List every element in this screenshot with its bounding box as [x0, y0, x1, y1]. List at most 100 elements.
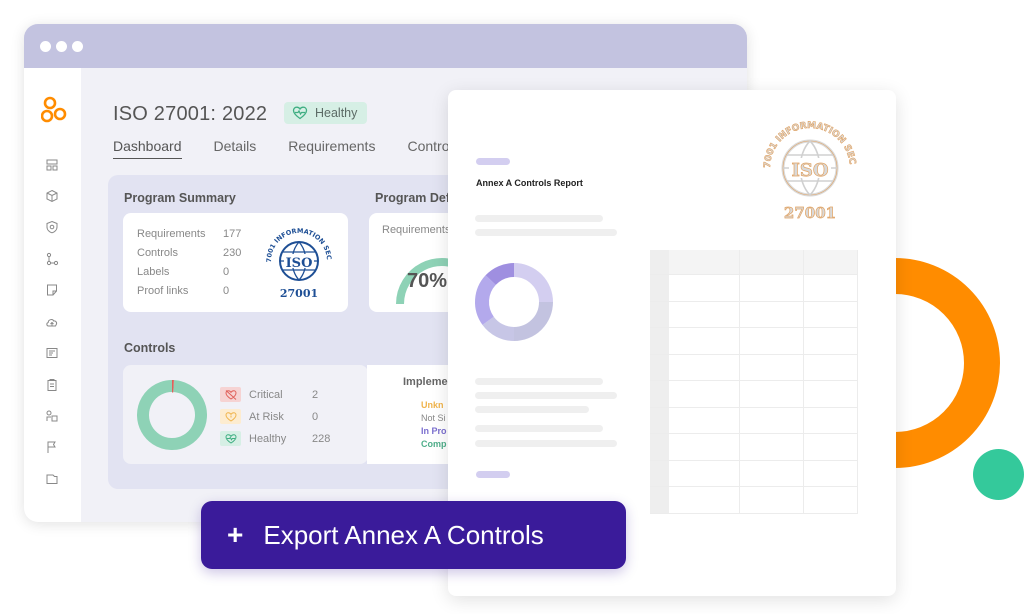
report-table — [650, 250, 858, 514]
summary-row: Requirements 177 — [137, 228, 242, 240]
placeholder-line — [475, 392, 617, 399]
report-table-row — [650, 406, 858, 433]
implementation-status-not-started: Not Si — [421, 413, 446, 423]
gauge-percent: 70% — [407, 270, 448, 292]
window-dot[interactable] — [56, 41, 67, 52]
report-table-cell — [669, 434, 740, 460]
report-table-cell — [669, 354, 740, 380]
report-table-row — [650, 433, 858, 460]
report-table-cell — [740, 460, 804, 486]
report-table-cell — [669, 301, 740, 327]
bookmark-icon[interactable] — [45, 283, 59, 297]
tab-controls[interactable]: Contro — [407, 138, 449, 159]
report-table-cell — [669, 407, 740, 433]
implementation-status-in-progress: In Pro — [421, 426, 447, 436]
iso-27001-badge: ISO 27001 INFORMATION SECURITY ISO 27001 — [760, 118, 857, 222]
decorative-dot — [973, 449, 1024, 500]
tab-requirements[interactable]: Requirements — [288, 138, 375, 159]
report-donut-segment — [475, 275, 497, 325]
report-table-cell — [804, 460, 858, 486]
report-donut-segment — [513, 263, 553, 303]
controls-donut-chart — [137, 380, 207, 450]
report-table-cell — [740, 301, 804, 327]
report-icon[interactable] — [45, 346, 59, 360]
summary-row: Proof links 0 — [137, 285, 230, 297]
legend-at-risk: At Risk 0 — [220, 409, 318, 424]
status-badge: Healthy — [284, 102, 368, 124]
folder-icon[interactable] — [45, 472, 59, 486]
program-summary-title: Program Summary — [124, 191, 236, 205]
shield-icon[interactable] — [45, 220, 59, 234]
tab-dashboard[interactable]: Dashboard — [113, 138, 182, 159]
program-summary-card: Requirements 177 Controls 230 Labels 0 Proo… — [123, 213, 348, 312]
placeholder-line — [475, 425, 603, 432]
report-table-header — [650, 250, 858, 274]
title-bar — [24, 24, 747, 68]
report-table-cell — [740, 354, 804, 380]
report-table-cell — [804, 381, 858, 407]
broken-heart-icon — [220, 387, 241, 402]
summary-row: Controls 230 — [137, 247, 242, 259]
package-icon[interactable] — [45, 189, 59, 203]
heartbeat-icon — [292, 106, 308, 120]
export-button-label: Export Annex A Controls — [263, 519, 544, 550]
legend-critical: Critical 2 — [220, 387, 318, 402]
report-table-cell — [804, 434, 858, 460]
placeholder-pill — [476, 158, 510, 165]
report-table-cell — [669, 381, 740, 407]
report-table-cell — [669, 328, 740, 354]
report-table-cell — [804, 275, 858, 301]
report-table-cell — [804, 354, 858, 380]
implementation-status-complete: Comp — [421, 439, 447, 449]
report-table-row — [650, 327, 858, 354]
svg-text:ISO: ISO — [286, 256, 313, 271]
report-table-cell — [669, 275, 740, 301]
tab-details[interactable]: Details — [214, 138, 257, 159]
report-table-cell — [740, 487, 804, 513]
cloud-upload-icon[interactable] — [45, 315, 59, 329]
warning-heart-icon — [220, 409, 241, 424]
plus-icon: + — [227, 519, 244, 550]
donut-segment-healthy — [137, 380, 207, 450]
report-table-cell — [804, 301, 858, 327]
window-dot[interactable] — [40, 41, 51, 52]
clipboard-icon[interactable] — [45, 378, 59, 392]
program-definition-title: Program Def — [375, 191, 451, 205]
svg-text:27001: 27001 — [784, 204, 836, 222]
implementation-title: Impleme — [403, 376, 448, 388]
report-table-cell — [804, 487, 858, 513]
placeholder-line — [475, 215, 603, 222]
report-donut-segment — [513, 301, 553, 341]
legend-healthy: Healthy 228 — [220, 431, 330, 446]
report-table-row — [650, 274, 858, 301]
report-donut-segment — [485, 263, 515, 286]
decorative-ring — [894, 258, 1000, 468]
app-logo-icon[interactable] — [41, 96, 67, 124]
iso-27001-badge: ISO 27001 INFORMATION SECURITY ISO 27001 — [263, 225, 333, 300]
workflow-icon[interactable] — [45, 252, 59, 266]
report-table-cell — [740, 407, 804, 433]
report-table-row — [650, 380, 858, 407]
controls-title: Controls — [124, 341, 176, 355]
report-table-cell — [740, 434, 804, 460]
report-table-cell — [740, 381, 804, 407]
report-title: Annex A Controls Report — [476, 178, 583, 188]
implementation-status-unknown: Unkn — [421, 400, 444, 410]
placeholder-pill — [476, 471, 510, 478]
report-table-cell — [669, 460, 740, 486]
page-title: ISO 27001: 2022 — [113, 103, 268, 125]
window-dot[interactable] — [72, 41, 83, 52]
vendors-icon[interactable] — [45, 409, 59, 423]
report-table-row — [650, 353, 858, 380]
report-donut-segment — [482, 316, 515, 341]
report-table-row — [650, 459, 858, 486]
report-table-cell — [740, 328, 804, 354]
dashboard-icon[interactable] — [45, 158, 59, 172]
window-controls — [40, 41, 83, 52]
report-table-cell — [669, 487, 740, 513]
export-annex-a-button[interactable]: + Export Annex A Controls — [201, 501, 626, 569]
svg-text:27001: 27001 — [280, 287, 318, 300]
placeholder-line — [475, 406, 589, 413]
heartbeat-icon — [220, 431, 241, 446]
flag-icon[interactable] — [45, 440, 59, 454]
